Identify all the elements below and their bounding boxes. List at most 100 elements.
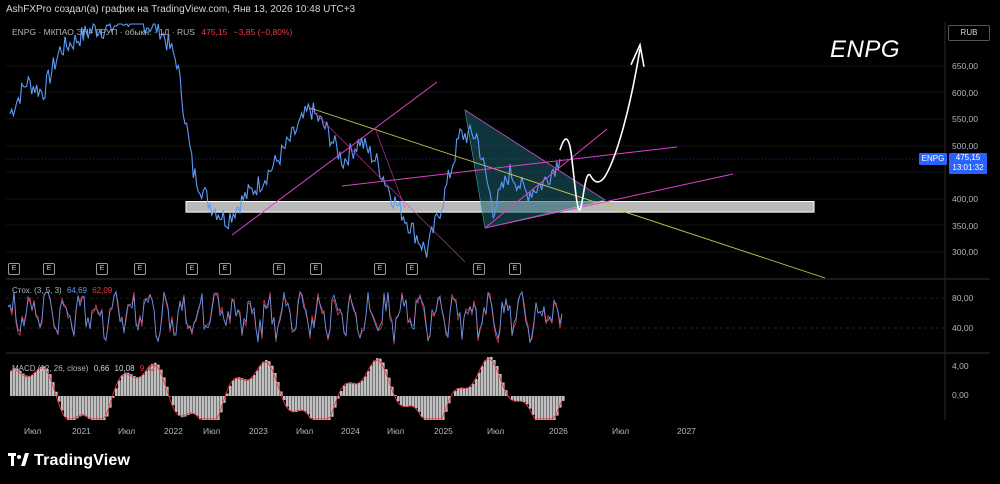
macd-histogram-bar — [514, 396, 517, 402]
macd-legend[interactable]: MACD (12, 26, close) 0,66 10,08 9,42 — [12, 364, 155, 373]
macd-histogram-bar — [340, 390, 343, 396]
macd-histogram-bar — [403, 396, 406, 407]
macd-histogram-bar — [490, 356, 493, 396]
macd-histogram-bar — [409, 396, 412, 407]
macd-histogram-bar — [415, 396, 418, 409]
macd-histogram-bar — [352, 382, 355, 396]
chart-canvas[interactable] — [0, 0, 1000, 484]
x-tick-label: 2024 — [341, 426, 360, 436]
macd-histogram-bar — [316, 396, 319, 420]
macd-value-1: 0,66 — [93, 364, 110, 373]
macd-histogram-bar — [229, 385, 232, 396]
macd-histogram-bar — [367, 371, 370, 396]
earnings-badge[interactable]: E — [473, 263, 485, 275]
macd-histogram-bar — [88, 396, 91, 419]
tradingview-logo[interactable]: TradingView — [8, 452, 130, 470]
macd-histogram-bar — [259, 365, 262, 396]
stoch-k-value: 64,69 — [66, 286, 87, 295]
macd-histogram-bar — [298, 396, 301, 412]
macd-histogram-bar — [535, 396, 538, 420]
macd-histogram-bar — [82, 396, 85, 416]
earnings-badge[interactable]: E — [43, 263, 55, 275]
earnings-badge[interactable]: E — [219, 263, 231, 275]
macd-histogram-bar — [175, 396, 178, 412]
macd-histogram-bar — [550, 396, 553, 420]
macd-histogram-bar — [475, 378, 478, 396]
trend-line-magenta — [309, 107, 466, 263]
x-tick-label: Июл — [203, 426, 221, 436]
macd-histogram-bar — [214, 396, 217, 420]
macd-histogram-bar — [94, 396, 97, 420]
macd-histogram-bar — [361, 380, 364, 396]
macd-histogram-bar — [265, 360, 268, 396]
y-tick-label: 600,00 — [952, 88, 978, 98]
x-tick-label: 2027 — [677, 426, 696, 436]
macd-value-3: 9,42 — [139, 364, 156, 373]
earnings-badge[interactable]: E — [96, 263, 108, 275]
stoch-legend[interactable]: Стох. (3, 5, 3) 64,69 62,09 — [12, 286, 112, 295]
macd-histogram-bar — [310, 396, 313, 419]
macd-name: MACD (12, 26, close) — [12, 364, 89, 373]
macd-histogram-bar — [136, 377, 139, 396]
macd-histogram-bar — [70, 396, 73, 420]
macd-histogram-bar — [61, 396, 64, 411]
macd-histogram-bar — [406, 396, 409, 407]
macd-histogram-bar — [58, 396, 61, 402]
price-label-price: 475,15 — [955, 153, 981, 162]
earnings-badge[interactable]: E — [8, 263, 20, 275]
macd-histogram-bar — [178, 396, 181, 416]
macd-histogram-bar — [478, 372, 481, 396]
stoch-tick-label: 40,00 — [952, 323, 974, 333]
macd-histogram-bar — [247, 379, 250, 396]
earnings-badge[interactable]: E — [273, 263, 285, 275]
macd-value-2: 10,08 — [114, 364, 135, 373]
earnings-badge[interactable]: E — [186, 263, 198, 275]
macd-histogram-bar — [181, 396, 184, 418]
stoch-name: Стох. (3, 5, 3) — [12, 286, 62, 295]
x-tick-label: 2026 — [549, 426, 568, 436]
macd-histogram-bar — [100, 396, 103, 420]
macd-histogram-bar — [73, 396, 76, 420]
macd-histogram-bar — [34, 372, 37, 396]
macd-histogram-bar — [523, 396, 526, 403]
macd-histogram-bar — [232, 380, 235, 396]
macd-histogram-bar — [457, 388, 460, 396]
last-price-label: ENPG 475,15 13:01:32 — [919, 153, 987, 174]
earnings-badge[interactable]: E — [509, 263, 521, 275]
macd-histogram-bar — [397, 396, 400, 402]
macd-histogram-bar — [427, 396, 430, 420]
currency-button[interactable]: RUB — [948, 25, 990, 41]
earnings-badge[interactable]: E — [374, 263, 386, 275]
macd-histogram-bar — [235, 377, 238, 396]
earnings-badge[interactable]: E — [406, 263, 418, 275]
macd-histogram-bar — [238, 377, 241, 396]
macd-histogram-bar — [202, 396, 205, 420]
macd-histogram-bar — [319, 396, 322, 420]
macd-histogram-bar — [10, 370, 13, 396]
x-tick-label: 2022 — [164, 426, 183, 436]
macd-histogram-bar — [25, 375, 28, 396]
y-tick-label: 350,00 — [952, 221, 978, 231]
macd-histogram-bar — [37, 369, 40, 396]
macd-histogram-bar — [346, 382, 349, 396]
macd-histogram-bar — [301, 396, 304, 411]
macd-histogram-bar — [145, 370, 148, 396]
macd-histogram-bar — [313, 396, 316, 420]
macd-histogram-bar — [547, 396, 550, 420]
macd-histogram-bar — [286, 396, 289, 407]
macd-histogram-bar — [190, 396, 193, 414]
macd-histogram-bar — [76, 396, 79, 419]
earnings-badge[interactable]: E — [134, 263, 146, 275]
macd-histogram-bar — [67, 396, 70, 420]
macd-histogram-bar — [322, 396, 325, 420]
price-label-value: 475,15 13:01:32 — [949, 153, 987, 174]
earnings-badge[interactable]: E — [310, 263, 322, 275]
macd-histogram-bar — [511, 396, 514, 400]
macd-histogram-bar — [325, 396, 328, 420]
macd-histogram-bar — [364, 376, 367, 396]
symbol-info: ENPG · МКПАО ЭН+ ГРУП · обыкн. · 1Д · RU… — [12, 27, 292, 37]
macd-histogram-bar — [304, 396, 307, 412]
macd-histogram-bar — [64, 396, 67, 418]
macd-histogram-bar — [115, 388, 118, 396]
macd-histogram-bar — [133, 376, 136, 396]
